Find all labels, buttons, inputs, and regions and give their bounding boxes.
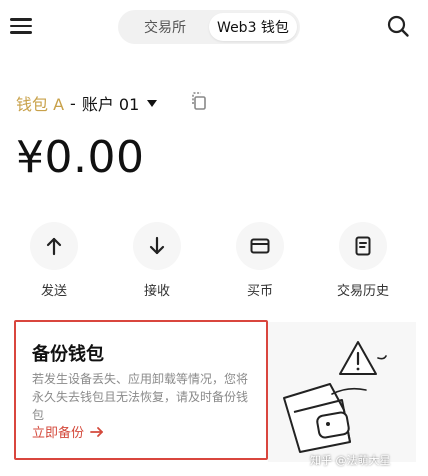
- action-row: 发送 接收 买币 交易历史: [0, 222, 428, 302]
- chevron-down-icon[interactable]: [147, 99, 158, 107]
- backup-description: 若发生设备丢失、应用卸载等情况，您将永久失去钱包且无法恢复，请及时备份钱包: [32, 372, 249, 422]
- backup-wallet-card: 备份钱包 若发生设备丢失、应用卸载等情况，您将永久失去钱包且无法恢复，请及时备份…: [14, 320, 268, 460]
- buy-crypto-label: 买币: [246, 284, 273, 299]
- menu-icon[interactable]: [10, 14, 32, 36]
- backup-now-link[interactable]: 立即备份: [32, 422, 104, 441]
- account-name: 账户 01: [81, 95, 140, 114]
- top-bar: 交易所 Web3 钱包: [0, 0, 428, 56]
- copy-icon[interactable]: [190, 92, 208, 110]
- arrow-right-icon: [90, 426, 103, 437]
- send-label: 发送: [40, 284, 67, 299]
- wallet-name: 钱包 A: [16, 95, 65, 114]
- card-icon: [236, 222, 284, 270]
- history-icon: [339, 222, 387, 270]
- warning-icon: [339, 341, 377, 375]
- arrow-down-icon: [133, 222, 181, 270]
- backup-title: 备份钱包: [32, 344, 104, 365]
- tab-exchange[interactable]: 交易所: [121, 13, 209, 41]
- separator: -: [70, 93, 76, 113]
- send-button[interactable]: 发送: [14, 222, 94, 299]
- transaction-history-button[interactable]: 交易历史: [323, 222, 403, 299]
- transaction-history-label: 交易历史: [336, 284, 389, 299]
- wallet-account-selector[interactable]: 钱包 A - 账户 01: [16, 90, 158, 116]
- arrow-up-icon: [30, 222, 78, 270]
- receive-button[interactable]: 接收: [117, 222, 197, 299]
- wallet-icon: [283, 383, 367, 453]
- search-icon[interactable]: [386, 14, 410, 38]
- buy-crypto-button[interactable]: 买币: [220, 222, 300, 299]
- tab-web3-wallet[interactable]: Web3 钱包: [209, 13, 297, 41]
- receive-label: 接收: [143, 284, 170, 299]
- wallet-warning-illustration: [270, 328, 418, 456]
- mode-switch: 交易所 Web3 钱包: [118, 10, 300, 44]
- total-balance: ¥0.00: [16, 132, 145, 183]
- watermark: 知乎 @法萌大星: [310, 454, 391, 467]
- backup-now-label: 立即备份: [32, 426, 85, 441]
